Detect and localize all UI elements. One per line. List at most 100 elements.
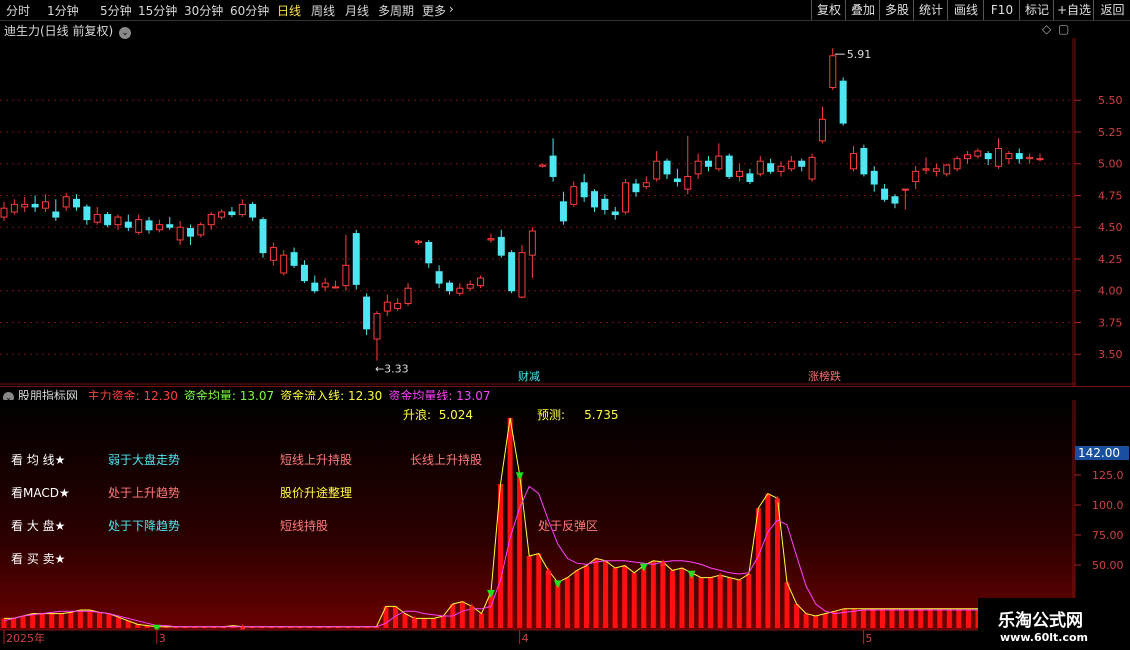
- back-button[interactable]: 返回: [1093, 0, 1130, 20]
- candle-body: [135, 219, 143, 233]
- current-value-badge: 142.00: [1075, 446, 1129, 460]
- candle: [21, 196, 29, 212]
- candle-body: [124, 221, 132, 228]
- candle-body: [870, 170, 878, 185]
- candle-body: [984, 153, 992, 160]
- candle: [995, 138, 1003, 169]
- candle-body: [62, 196, 70, 208]
- candle: [922, 157, 930, 174]
- main-chart-title: 迪生力(日线 前复权) ⌄: [4, 22, 132, 39]
- signal-text: 弱于大盘走势: [108, 453, 181, 467]
- f10-button[interactable]: F10: [983, 0, 1020, 20]
- candle: [383, 294, 391, 317]
- candle: [83, 204, 91, 225]
- indicator-bar: [899, 608, 905, 628]
- candle: [238, 199, 246, 218]
- candle: [445, 280, 453, 295]
- candle: [290, 247, 298, 268]
- period-30min[interactable]: 30分钟: [184, 2, 223, 19]
- candle: [394, 298, 402, 312]
- candle-body: [736, 170, 744, 177]
- period-5min[interactable]: 5分钟: [100, 2, 132, 19]
- candle: [404, 283, 412, 306]
- multi-stock-button[interactable]: 多股: [879, 0, 914, 20]
- candle-body: [300, 264, 308, 282]
- indicator-bar: [918, 608, 924, 628]
- event-marker-cut: 财减: [518, 369, 540, 383]
- period-monthly[interactable]: 月线: [345, 2, 369, 19]
- candle-body: [559, 201, 567, 222]
- candle-body: [311, 282, 319, 292]
- candle-body: [528, 230, 536, 256]
- indicator-bar: [679, 568, 685, 628]
- indicator-bar: [870, 608, 876, 628]
- candle: [31, 195, 39, 212]
- chevron-right-icon[interactable]: ›: [449, 2, 454, 16]
- candle-body: [259, 219, 267, 254]
- candle: [798, 158, 806, 172]
- add-favorite-button[interactable]: +自选: [1053, 0, 1094, 20]
- period-60min[interactable]: 60分钟: [230, 2, 269, 19]
- candle-body: [104, 214, 112, 226]
- candle-body: [850, 153, 858, 170]
- candle-body: [704, 160, 712, 167]
- period-15min[interactable]: 15分钟: [138, 2, 177, 19]
- logo-url: www.60lt.com: [1000, 631, 1089, 644]
- candle-body: [342, 264, 350, 287]
- draw-line-button[interactable]: 画线: [947, 0, 984, 20]
- y-tick-label: 5.25: [1098, 126, 1123, 139]
- candlestick-chart[interactable]: 5.50 5.25 5.00 4.75 4.50 4.25 4.00 3.75 3.50 5.91…: [0, 38, 1130, 386]
- candle: [850, 145, 858, 172]
- candle-body: [725, 155, 733, 177]
- period-multi[interactable]: 多周期: [378, 2, 414, 19]
- indicator-bar: [39, 613, 45, 628]
- indicator-bar: [650, 560, 656, 628]
- candle: [352, 229, 360, 290]
- candle-body: [280, 254, 288, 274]
- indicator-bar: [116, 617, 122, 628]
- signal-text: 长线上升持股: [410, 453, 483, 467]
- indicator-bar: [660, 562, 666, 628]
- candle-body: [186, 228, 194, 237]
- date-label: 2025年: [6, 631, 45, 645]
- candle: [663, 158, 671, 179]
- candle-body: [580, 182, 588, 198]
- statistics-button[interactable]: 统计: [913, 0, 948, 20]
- candle: [570, 181, 578, 207]
- candle-body: [932, 168, 940, 172]
- candle: [932, 163, 940, 177]
- indicator-bar: [402, 613, 408, 628]
- date-label: 5: [865, 632, 872, 645]
- candle-body: [922, 168, 930, 171]
- indicator-y-tick-label: 50.00: [1092, 559, 1124, 572]
- period-daily[interactable]: 日线: [277, 2, 301, 19]
- indicator-bar: [574, 570, 580, 628]
- diamond-icon[interactable]: ◇: [1042, 22, 1051, 36]
- indicator-bar: [421, 618, 427, 628]
- indicator-bar: [765, 493, 771, 628]
- period-more[interactable]: 更多: [422, 2, 446, 19]
- restore-right-button[interactable]: 复权: [811, 0, 846, 20]
- candle: [787, 156, 795, 172]
- candle: [456, 283, 464, 296]
- candle-body: [197, 224, 205, 236]
- candle-body: [1036, 158, 1044, 161]
- candle-body: [611, 211, 619, 216]
- period-weekly[interactable]: 周线: [311, 2, 335, 19]
- period-fenshi[interactable]: 分时: [6, 2, 30, 19]
- mark-button[interactable]: 标记: [1019, 0, 1054, 20]
- overlay-button[interactable]: 叠加: [845, 0, 880, 20]
- indicator-bar: [880, 608, 886, 628]
- indicator-bar: [459, 601, 465, 628]
- maximize-icon[interactable]: ▢: [1058, 22, 1069, 36]
- candle-body: [414, 240, 422, 243]
- indicator-bar: [68, 612, 74, 628]
- indicator-bar: [603, 560, 609, 628]
- date-label: 4: [522, 632, 529, 645]
- indicator-bar: [908, 608, 914, 628]
- stock-title-text: 迪生力(日线 前复权): [4, 24, 114, 38]
- indicator-bar: [20, 616, 26, 628]
- candle-body: [777, 165, 785, 172]
- candle-body: [1015, 153, 1023, 160]
- period-1min[interactable]: 1分钟: [47, 2, 79, 19]
